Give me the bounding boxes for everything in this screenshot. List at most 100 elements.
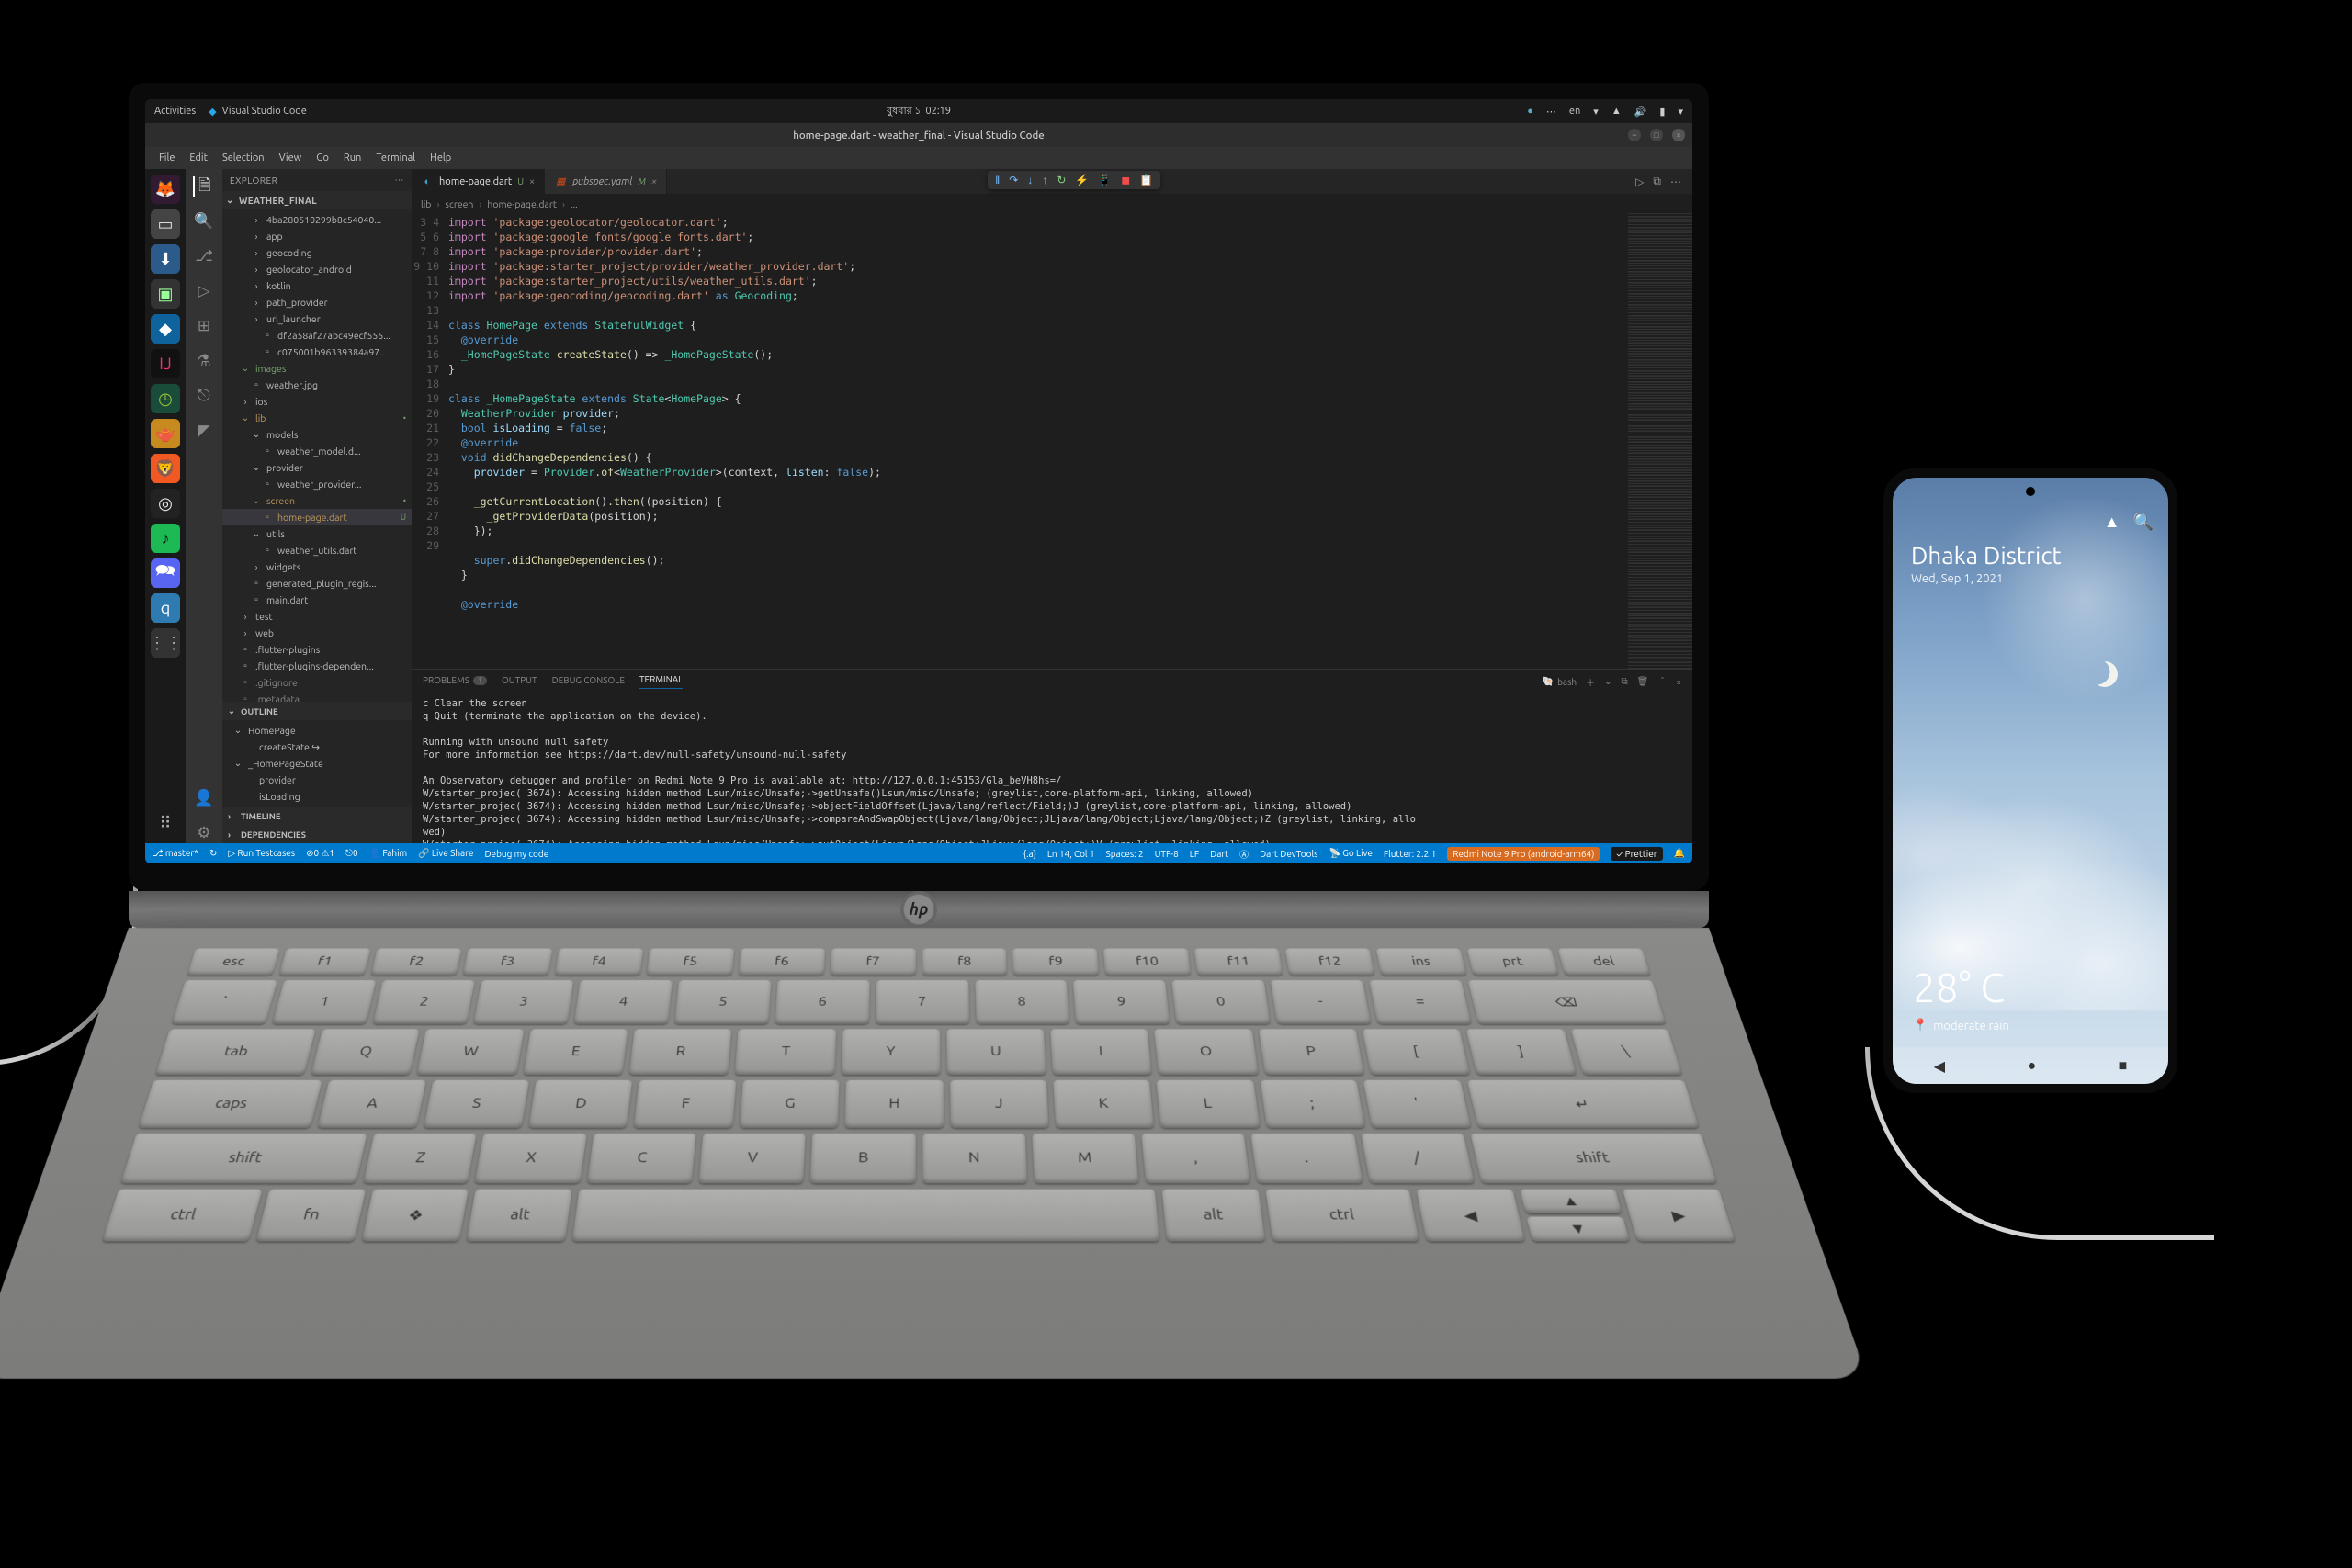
dock-brave-icon[interactable]: 🦁 bbox=[151, 454, 180, 483]
status-item[interactable]: UTF-8 bbox=[1155, 849, 1179, 859]
terminal-output[interactable]: c Clear the screen q Quit (terminate the… bbox=[412, 694, 1692, 843]
keyboard-key[interactable]: \ bbox=[1570, 1029, 1682, 1075]
status-item[interactable]: Dart DevTools bbox=[1260, 849, 1317, 859]
keyboard-key[interactable]: C bbox=[587, 1134, 696, 1183]
debug-action-icon[interactable]: ↓ bbox=[1027, 174, 1033, 186]
tree-folder[interactable]: ›widgets bbox=[222, 558, 412, 575]
status-item[interactable]: Dart bbox=[1210, 849, 1228, 859]
menu-file[interactable]: File bbox=[153, 150, 181, 166]
keyboard-key[interactable]: f8 bbox=[922, 948, 1008, 975]
tree-folder[interactable]: ›4ba280510299b8c54040... bbox=[222, 211, 412, 228]
keyboard-key[interactable]: f11 bbox=[1194, 948, 1283, 975]
menu-help[interactable]: Help bbox=[424, 150, 458, 166]
keyboard-key[interactable]: W bbox=[417, 1029, 524, 1075]
tree-folder[interactable]: ›path_provider bbox=[222, 294, 412, 310]
keyboard-key[interactable]: prt bbox=[1467, 948, 1559, 975]
keyboard-arrow[interactable]: ▼ bbox=[1526, 1217, 1630, 1242]
status-item[interactable]: Redmi Note 9 Pro (android-arm64) bbox=[1447, 847, 1600, 861]
status-item[interactable]: Ln 14, Col 1 bbox=[1047, 849, 1095, 859]
dock-show-apps-icon[interactable]: ⠿ bbox=[151, 808, 180, 838]
keyboard-key[interactable]: H bbox=[845, 1080, 944, 1128]
keyboard-key[interactable]: f1 bbox=[279, 948, 371, 975]
menu-run[interactable]: Run bbox=[337, 150, 368, 166]
keyboard-key[interactable]: B bbox=[810, 1134, 915, 1183]
activity-account-icon[interactable]: 👤 bbox=[194, 788, 214, 808]
window-close-button[interactable]: × bbox=[1672, 129, 1685, 141]
keyboard-key[interactable]: Q bbox=[311, 1029, 420, 1075]
tree-file[interactable]: ▫main.dart bbox=[222, 592, 412, 608]
keyboard-key[interactable]: 9 bbox=[1073, 980, 1170, 1024]
keyboard-key[interactable]: ; bbox=[1260, 1080, 1365, 1128]
status-item[interactable]: Ⓐ bbox=[1239, 847, 1249, 861]
keyboard-key[interactable]: alt bbox=[1162, 1190, 1265, 1242]
keyboard-key[interactable]: L bbox=[1157, 1080, 1260, 1128]
gnome-clock[interactable]: বুধবার ১ 02:19 bbox=[887, 103, 951, 120]
activity-scm-icon[interactable]: ⎇ bbox=[194, 246, 214, 266]
lang-indicator[interactable]: en bbox=[1569, 106, 1580, 117]
keyboard-key[interactable]: f12 bbox=[1285, 948, 1375, 975]
terminal-split-icon[interactable]: ⧉ bbox=[1622, 676, 1628, 687]
outline-item[interactable]: createState ↪ bbox=[222, 739, 412, 755]
activity-search-icon[interactable]: 🔍 bbox=[194, 211, 214, 231]
menu-selection[interactable]: Selection bbox=[216, 150, 271, 166]
tree-file[interactable]: ▫.flutter-plugins bbox=[222, 641, 412, 658]
dock-app-icon[interactable]: ⋮⋮ bbox=[151, 628, 180, 658]
minimap[interactable] bbox=[1628, 213, 1692, 669]
tree-file[interactable]: ▫weather_provider... bbox=[222, 476, 412, 492]
battery-icon[interactable]: ▮ bbox=[1659, 106, 1665, 118]
code-editor[interactable]: 3 4 5 6 7 8 9 10 11 12 13 14 15 16 17 18… bbox=[412, 213, 1692, 669]
wifi-icon[interactable]: ▲ bbox=[1611, 106, 1622, 117]
tree-folder[interactable]: ›ios bbox=[222, 393, 412, 410]
menu-go[interactable]: Go bbox=[310, 150, 335, 166]
keyboard-key[interactable]: 4 bbox=[573, 980, 672, 1024]
keyboard-key[interactable]: f5 bbox=[647, 948, 734, 975]
tree-file[interactable]: ▫weather_utils.dart bbox=[222, 542, 412, 558]
dock-obs-icon[interactable]: ◎ bbox=[151, 489, 180, 518]
status-item[interactable]: ▷ Run Testcases bbox=[228, 848, 295, 859]
dock-idea-icon[interactable]: IJ bbox=[151, 349, 180, 378]
debug-action-icon[interactable]: ◼ bbox=[1121, 174, 1130, 186]
keyboard-key[interactable]: T bbox=[735, 1029, 836, 1075]
keyboard-key[interactable]: caps bbox=[138, 1080, 322, 1128]
dependencies-header[interactable]: › DEPENDENCIES bbox=[222, 825, 412, 843]
keyboard-key[interactable]: f3 bbox=[463, 948, 553, 975]
tree-folder[interactable]: ⌄screen• bbox=[222, 492, 412, 509]
dock-discord-icon[interactable]: 🗪 bbox=[151, 558, 180, 588]
window-minimize-button[interactable]: – bbox=[1628, 129, 1641, 141]
status-item[interactable]: LF bbox=[1190, 849, 1199, 859]
tree-file[interactable]: ▫.gitignore bbox=[222, 674, 412, 691]
tree-folder[interactable]: ⌄lib• bbox=[222, 410, 412, 426]
keyboard-key[interactable]: 5 bbox=[674, 980, 771, 1024]
gnome-activities[interactable]: Activities bbox=[154, 106, 196, 117]
status-item[interactable]: Debug my code bbox=[484, 849, 548, 859]
breadcrumb-segment[interactable]: home-page.dart bbox=[487, 198, 557, 209]
breadcrumb-segment[interactable]: lib bbox=[421, 198, 431, 209]
keyboard-key[interactable]: f9 bbox=[1012, 948, 1099, 975]
debug-action-icon[interactable]: ⚡ bbox=[1075, 174, 1089, 186]
tree-file[interactable]: ▫.metadata bbox=[222, 691, 412, 702]
tree-file[interactable]: ▫weather.jpg bbox=[222, 377, 412, 393]
tab-close-icon[interactable]: × bbox=[529, 176, 535, 187]
status-item[interactable]: ⎇ master* bbox=[153, 848, 198, 859]
activity-flutter-icon[interactable]: ◤ bbox=[194, 421, 214, 441]
keyboard-key[interactable]: [ bbox=[1363, 1029, 1470, 1075]
keyboard-key[interactable]: ↵ bbox=[1467, 1080, 1700, 1128]
status-item[interactable]: 📡 Go Live bbox=[1329, 848, 1372, 859]
panel-maximize-icon[interactable]: ＾ bbox=[1657, 675, 1667, 689]
outline-item[interactable]: ⌄_HomePageState bbox=[222, 755, 412, 772]
keyboard-key[interactable]: / bbox=[1361, 1134, 1475, 1183]
keyboard-key[interactable]: G bbox=[740, 1080, 840, 1128]
timeline-header[interactable]: › TIMELINE bbox=[222, 807, 412, 825]
keyboard-key[interactable]: ctrl bbox=[1265, 1190, 1419, 1242]
tree-file[interactable]: ▫home-page.dartU bbox=[222, 509, 412, 525]
more-icon[interactable]: ⋯ bbox=[1670, 175, 1681, 188]
activity-settings-icon[interactable]: ⚙ bbox=[194, 823, 214, 843]
keyboard-key[interactable]: - bbox=[1271, 980, 1371, 1024]
keyboard-key[interactable]: f2 bbox=[371, 948, 462, 975]
outline-item[interactable]: ⌄HomePage bbox=[222, 722, 412, 739]
status-item[interactable]: 🔔 bbox=[1674, 848, 1685, 859]
dock-qbittorrent-icon[interactable]: q bbox=[151, 593, 180, 623]
keyboard-key[interactable]: ⌫ bbox=[1468, 980, 1667, 1024]
keyboard-key[interactable]: D bbox=[528, 1080, 632, 1128]
keyboard-key[interactable]: f6 bbox=[739, 948, 825, 975]
